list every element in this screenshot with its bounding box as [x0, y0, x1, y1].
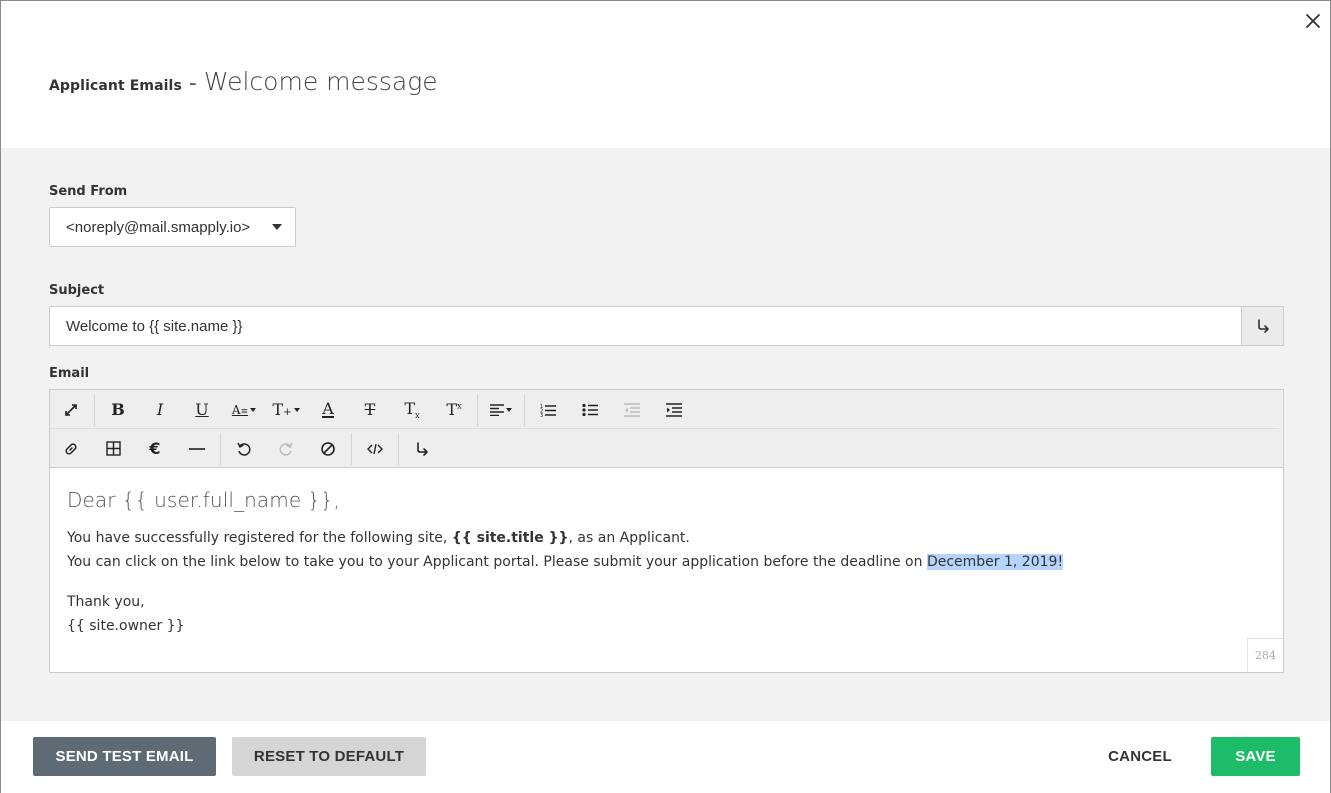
horizontal-rule-icon	[189, 447, 205, 450]
toolbar-divider	[351, 432, 352, 465]
close-icon	[1306, 14, 1320, 28]
text-style-button[interactable]: T+	[265, 392, 307, 428]
send-test-email-button[interactable]: SEND TEST EMAIL	[33, 737, 216, 776]
italic-button[interactable]: I	[139, 392, 181, 428]
email-closing: Thank you, {{ site.owner }}	[67, 590, 1266, 638]
chevron-down-icon	[506, 407, 512, 412]
subscript-button[interactable]: Tx	[391, 392, 433, 428]
insert-variable-toolbar-button[interactable]	[401, 431, 443, 467]
toolbar-divider	[220, 432, 221, 465]
svg-text:3: 3	[540, 413, 543, 417]
email-body[interactable]: Dear {{ user.full_name }}, You have succ…	[50, 468, 1283, 658]
ordered-list-button[interactable]: 1 2 3	[527, 392, 569, 428]
title-separator: -	[188, 71, 197, 96]
indent-icon	[666, 402, 682, 417]
fullscreen-button[interactable]	[50, 392, 92, 428]
text-style-icon: T+	[272, 400, 292, 419]
subject-input[interactable]	[50, 307, 1241, 345]
selected-text: December 1, 2019!	[926, 554, 1064, 570]
send-from-select[interactable]: <noreply@mail.smapply.io>	[49, 207, 296, 247]
modal-footer: SEND TEST EMAIL RESET TO DEFAULT CANCEL …	[1, 721, 1330, 793]
subject-label: Subject	[49, 283, 105, 298]
table-button[interactable]	[92, 431, 134, 467]
insert-variable-icon	[417, 441, 428, 456]
email-greeting: Dear {{ user.full_name }},	[67, 488, 340, 512]
email-label: Email	[49, 366, 90, 381]
cancel-button[interactable]: CANCEL	[1099, 737, 1181, 776]
email-thanks: Thank you,	[67, 594, 145, 610]
ordered-list-icon: 1 2 3	[540, 404, 556, 417]
template-title: Welcome message	[203, 67, 438, 96]
indent-button[interactable]	[653, 392, 695, 428]
strikethrough-button[interactable]: T	[349, 392, 391, 428]
subscript-icon: Tx	[404, 398, 420, 421]
toolbar-divider	[94, 393, 95, 426]
horizontal-rule-button[interactable]	[176, 431, 218, 467]
unordered-list-button[interactable]	[569, 392, 611, 428]
bold-button[interactable]: B	[97, 392, 139, 428]
close-button[interactable]	[1302, 10, 1324, 32]
toolbar-divider	[477, 393, 478, 426]
special-character-icon: €	[149, 439, 161, 458]
form-body: Send From <noreply@mail.smapply.io> Subj…	[1, 148, 1330, 721]
insert-variable-icon	[1257, 319, 1269, 333]
undo-button[interactable]	[223, 431, 265, 467]
fullscreen-icon	[65, 403, 77, 416]
link-icon	[65, 442, 77, 455]
code-view-button[interactable]	[354, 431, 396, 467]
font-size-icon: A≡	[231, 402, 249, 417]
email-signature: {{ site.owner }}	[67, 618, 185, 634]
toolbar-divider	[398, 432, 399, 465]
font-size-button[interactable]: A≡	[223, 392, 265, 428]
underline-button[interactable]: U	[181, 392, 223, 428]
table-icon	[105, 441, 121, 456]
align-icon	[490, 403, 504, 416]
redo-button[interactable]	[265, 431, 307, 467]
bold-icon: B	[111, 400, 125, 419]
subject-field	[49, 306, 1284, 346]
chevron-down-icon	[293, 407, 300, 412]
special-character-button[interactable]: €	[134, 431, 176, 467]
email-text: You have successfully registered for the…	[67, 530, 452, 546]
email-text: , as an Applicant.	[568, 530, 690, 546]
font-color-button[interactable]: A	[307, 392, 349, 428]
strikethrough-icon: T	[364, 400, 376, 419]
reset-to-default-button[interactable]: RESET TO DEFAULT	[232, 737, 426, 776]
toolbar-divider	[524, 393, 525, 426]
code-view-icon	[367, 443, 383, 454]
toolbar-row-2: €	[50, 429, 443, 468]
clear-format-button[interactable]	[307, 431, 349, 467]
insert-variable-button[interactable]	[1241, 307, 1283, 345]
undo-icon	[237, 442, 251, 456]
chevron-down-icon	[272, 224, 282, 230]
email-editor: B I U A≡ T+ A T Tx Tx 1 2 3 € Dear {{us…	[49, 389, 1284, 673]
unordered-list-icon	[582, 403, 598, 416]
email-template-modal: Applicant Emails - Welcome message Send …	[0, 0, 1331, 793]
send-from-value: <noreply@mail.smapply.io>	[66, 218, 251, 236]
save-button[interactable]: SAVE	[1211, 737, 1300, 776]
font-color-icon: A	[322, 398, 334, 418]
underline-icon: U	[195, 400, 209, 419]
toolbar-row-1: B I U A≡ T+ A T Tx Tx 1 2 3	[50, 390, 695, 429]
redo-icon	[279, 442, 293, 456]
email-paragraph: You have successfully registered for the…	[67, 526, 1266, 574]
site-title-variable: {{ site.title }}	[451, 530, 569, 546]
outdent-button[interactable]	[611, 392, 653, 428]
align-button[interactable]	[480, 392, 522, 428]
breadcrumb: Applicant Emails	[49, 78, 182, 94]
page-title: Applicant Emails - Welcome message	[49, 67, 438, 96]
italic-icon: I	[156, 400, 164, 419]
outdent-icon	[624, 402, 640, 417]
superscript-button[interactable]: Tx	[433, 392, 475, 428]
send-from-label: Send From	[49, 184, 128, 199]
character-count: 284	[1247, 638, 1283, 672]
modal-header: Applicant Emails - Welcome message	[1, 1, 1330, 148]
link-button[interactable]	[50, 431, 92, 467]
editor-toolbar: B I U A≡ T+ A T Tx Tx 1 2 3 €	[50, 390, 1283, 468]
email-text: You can click on the link below to take …	[67, 554, 927, 570]
superscript-icon: Tx	[446, 400, 462, 419]
clear-format-icon	[321, 441, 335, 456]
chevron-down-icon	[250, 407, 257, 412]
